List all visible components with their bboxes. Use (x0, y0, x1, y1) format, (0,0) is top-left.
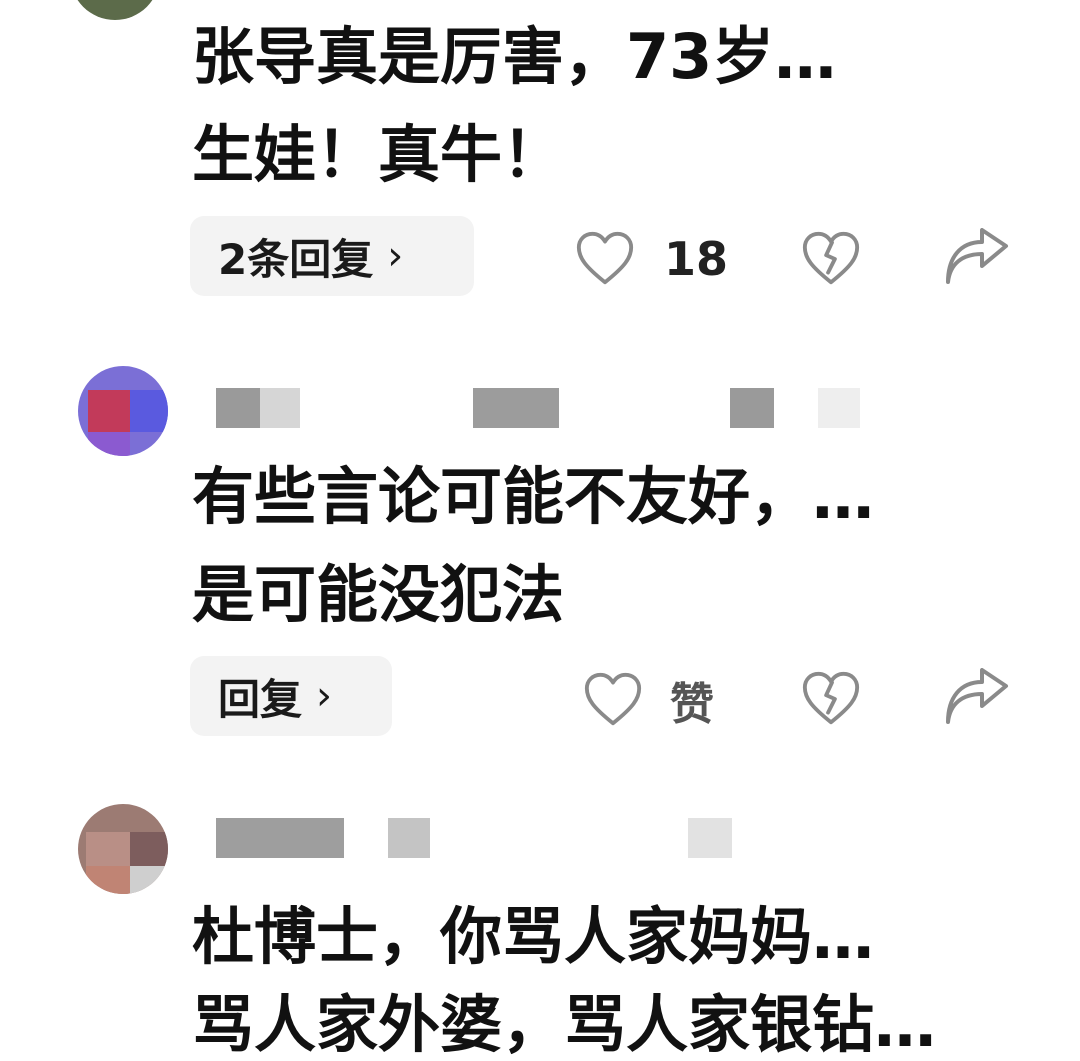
like-button[interactable]: 18 (574, 228, 728, 290)
username-redacted (216, 818, 344, 858)
comment-item: 有些言论可能不友好，… 是可能没犯法 回复 › 赞 (0, 360, 1080, 760)
share-arrow-icon (946, 228, 1008, 284)
comment-text-line: 是可能没犯法 (192, 558, 565, 631)
share-button[interactable] (944, 228, 1010, 288)
like-label: 赞 (670, 679, 714, 730)
heart-outline-icon (576, 231, 634, 285)
comment-text-line: 骂人家外婆，骂人家银钻… (192, 988, 937, 1061)
avatar[interactable] (78, 366, 168, 456)
share-arrow-icon (946, 668, 1008, 724)
like-count: 18 (664, 232, 729, 286)
replies-button[interactable]: 2条回复 › (190, 216, 474, 296)
dislike-button[interactable] (800, 668, 862, 730)
comment-text-line: 有些言论可能不友好，… (192, 460, 875, 533)
avatar[interactable] (78, 804, 168, 894)
chevron-right-icon: › (387, 233, 404, 279)
dislike-button[interactable] (800, 228, 862, 290)
username-redacted (216, 388, 260, 428)
avatar[interactable] (70, 0, 160, 20)
comment-text-line: 杜博士，你骂人家妈妈… (192, 900, 875, 973)
broken-heart-icon (802, 671, 860, 725)
comment-text-line: 张导真是厉害，73岁… (192, 20, 837, 93)
replies-label: 2条回复 (218, 234, 374, 284)
chevron-right-icon: › (316, 673, 333, 719)
heart-outline-icon (584, 672, 642, 726)
comment-item: 杜博士，你骂人家妈妈… 骂人家外婆，骂人家银钻… (0, 800, 1080, 1060)
comment-text-line: 生娃！真牛！ (192, 118, 565, 191)
reply-button[interactable]: 回复 › (190, 656, 392, 736)
reply-label: 回复 (218, 674, 303, 724)
share-button[interactable] (944, 668, 1010, 728)
comment-item: 张导真是厉害，73岁… 生娃！真牛！ 2条回复 › 18 (0, 0, 1080, 320)
broken-heart-icon (802, 231, 860, 285)
like-button[interactable]: 赞 (582, 668, 714, 732)
